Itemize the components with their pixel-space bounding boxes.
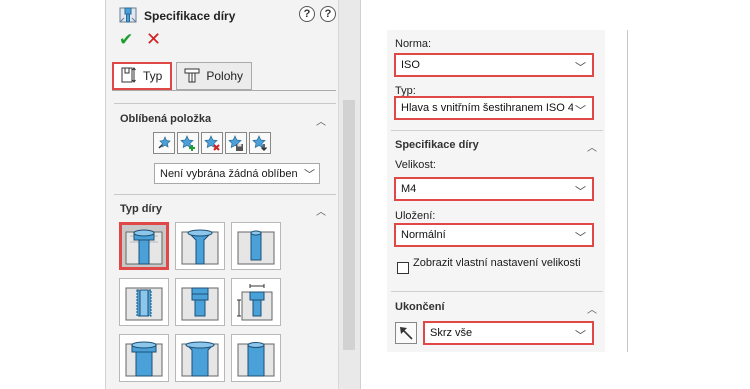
straight-tap-icon[interactable] [119,278,169,326]
size-select-value: M4 [401,183,417,195]
panel-header: Specifikace díry [118,6,235,26]
chevron-down-icon: ﹀ [575,186,586,198]
countersink-icon[interactable] [175,222,225,270]
size-label: Velikost: [395,159,436,171]
apply-favorite-icon[interactable] [153,132,175,154]
tab-typ[interactable]: Typ [112,62,173,90]
panel-scrollbar[interactable] [627,30,635,352]
hole-type-title: Typ díry [120,203,162,215]
help-icon[interactable]: ? [299,6,315,22]
ok-button[interactable]: ✔ [119,30,133,50]
favorites-toolbar [153,132,271,154]
simple-hole-icon[interactable] [231,222,281,270]
collapse-favorites-icon[interactable]: ︿ [316,113,326,128]
load-favorite-icon[interactable] [249,132,271,154]
collapse-spec-icon[interactable]: ︿ [587,139,597,154]
legacy-hole-icon[interactable] [231,278,281,326]
help-label: ? [303,8,311,20]
hole-spec-panel: Norma: ISO ﹀ Typ: Hlava s vnitřním šesti… [387,30,605,352]
counterbore-slot-icon[interactable] [119,334,169,382]
divider [114,103,336,104]
chevron-down-icon: ﹀ [575,330,586,342]
fit-select[interactable]: Normální ﹀ [394,223,594,247]
scrollbar-thumb[interactable] [343,100,355,350]
vertical-scrollbar[interactable] [338,0,360,389]
norm-label: Norma: [395,38,432,50]
custom-size-label: Zobrazit vlastní nastavení velikosti [413,257,581,269]
chevron-down-icon: ﹀ [575,105,586,117]
help-label-2: ? [324,8,332,20]
collapse-end-icon[interactable]: ︿ [587,301,597,316]
size-select[interactable]: M4 ﹀ [394,177,594,201]
slot-icon[interactable] [231,334,281,382]
tab-typ-label: Typ [143,69,163,83]
norm-select[interactable]: ISO ﹀ [394,53,594,77]
end-condition-title: Ukončení [395,301,445,313]
panel-title: Specifikace díry [144,9,236,23]
add-favorite-icon[interactable] [177,132,199,154]
help-icon-2[interactable]: ? [320,6,336,22]
hole-wizard-icon [118,5,138,28]
hole-type-grid [119,222,281,382]
divider [391,291,603,292]
favorite-select-value: Není vybrána žádná oblíben [160,167,298,180]
tab-bar: Typ Polohy [112,62,253,90]
favorite-select[interactable]: Není vybrána žádná oblíben ﹀ [154,163,320,184]
tab-polohy[interactable]: Polohy [176,62,253,90]
favorites-title: Oblíbená položka [120,113,212,125]
norm-select-value: ISO [401,59,420,71]
tab-polohy-label: Polohy [206,69,244,83]
chevron-down-icon: ﹀ [304,169,315,181]
custom-size-checkbox[interactable] [397,262,409,274]
positions-icon [183,66,201,87]
fit-label: Uložení: [395,210,436,222]
fit-select-value: Normální [401,229,446,241]
cancel-button[interactable]: ✕ [146,29,161,50]
tapered-tap-icon[interactable] [175,278,225,326]
delete-favorite-icon[interactable] [201,132,223,154]
property-manager-panel: Specifikace díry ? ? ✔ ✕ Typ Polohy Oblí… [105,0,361,389]
type-select[interactable]: Hlava s vnitřním šestihranem ISO 4 ﹀ [394,96,594,120]
reverse-direction-icon[interactable] [395,322,417,344]
type-icon [120,66,138,87]
chevron-down-icon: ﹀ [575,232,586,244]
collapse-hole-type-icon[interactable]: ︿ [316,203,326,218]
end-condition-value: Skrz vše [430,327,473,339]
end-condition-select[interactable]: Skrz vše ﹀ [423,321,594,345]
chevron-down-icon: ﹀ [575,62,586,74]
tab-divider [112,90,336,91]
divider [114,194,336,195]
countersink-slot-icon[interactable] [175,334,225,382]
hole-spec-title: Specifikace díry [395,139,479,151]
type-select-value: Hlava s vnitřním šestihranem ISO 4 [401,102,573,114]
counterbore-icon[interactable] [119,222,169,270]
divider [391,130,603,131]
save-favorite-icon[interactable] [225,132,247,154]
